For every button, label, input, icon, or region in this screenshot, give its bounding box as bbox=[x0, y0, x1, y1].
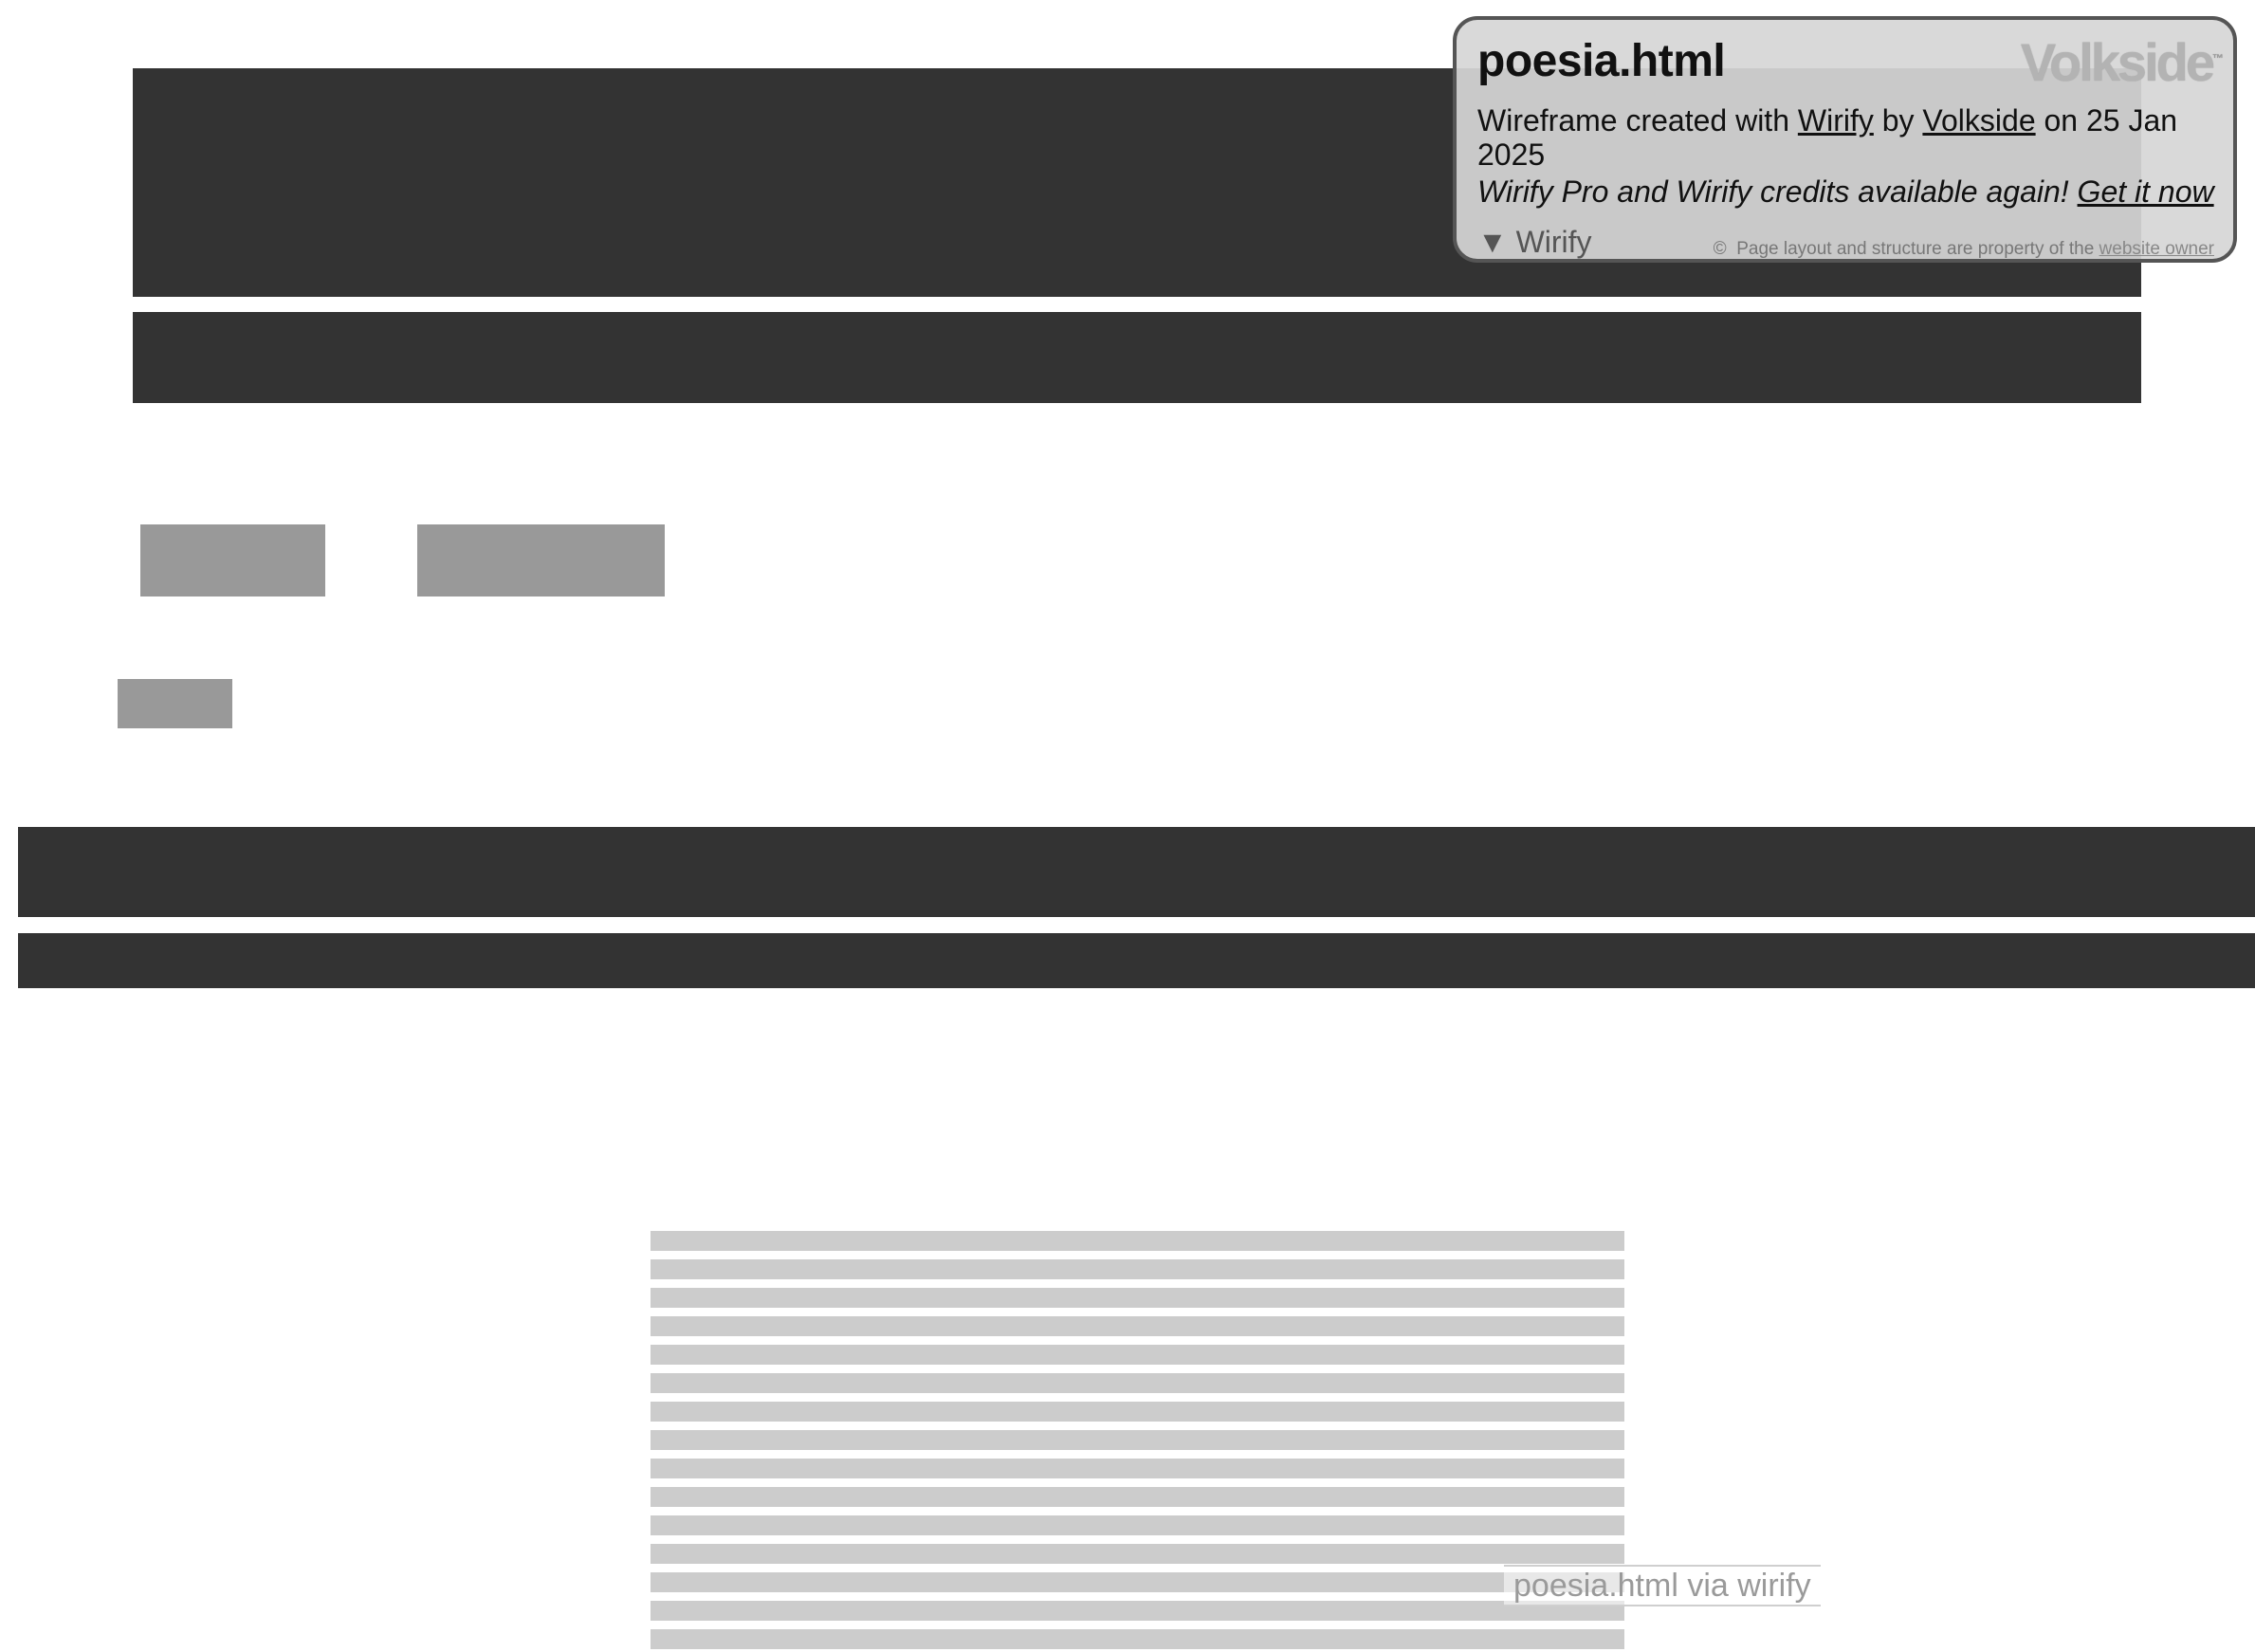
text-line-placeholder bbox=[651, 1373, 1624, 1393]
text-line-placeholder bbox=[651, 1288, 1624, 1308]
wirify-link[interactable]: Wirify bbox=[1798, 103, 1874, 138]
text-line-placeholder bbox=[651, 1402, 1624, 1422]
website-owner-link[interactable]: website owner bbox=[2099, 239, 2214, 259]
text-line-placeholder bbox=[651, 1231, 1624, 1251]
wirify-toggle-label: Wirify bbox=[1515, 225, 1592, 259]
wirify-info-card: poesia.html Volkside™ Wireframe created … bbox=[1453, 16, 2237, 263]
volkside-link[interactable]: Volkside bbox=[1922, 103, 2035, 138]
text-line-placeholder bbox=[651, 1487, 1624, 1507]
credit-mid: by bbox=[1873, 103, 1923, 138]
wirify-toggle[interactable]: ▼ Wirify bbox=[1477, 225, 1592, 260]
text-line-placeholder bbox=[651, 1259, 1624, 1279]
text-line-placeholder bbox=[651, 1544, 1624, 1564]
copyright-notice: © Page layout and structure are property… bbox=[1714, 239, 2214, 260]
text-line-placeholder bbox=[651, 1459, 1624, 1478]
section-band-placeholder-2 bbox=[18, 933, 2255, 988]
volkside-logo-text: Volkside bbox=[2020, 32, 2215, 92]
wireframe-page: poesia.html Volkside™ Wireframe created … bbox=[0, 0, 2255, 1652]
text-line-placeholder bbox=[651, 1345, 1624, 1365]
via-wirify-badge: poesia.html via wirify bbox=[1504, 1565, 1821, 1606]
text-line-placeholder bbox=[651, 1629, 1624, 1649]
text-line-placeholder bbox=[651, 1572, 1624, 1592]
credit-prefix: Wireframe created with bbox=[1477, 103, 1798, 138]
text-line-placeholder bbox=[651, 1601, 1624, 1621]
volkside-logo[interactable]: Volkside™ bbox=[2021, 31, 2224, 93]
triangle-down-icon: ▼ bbox=[1477, 225, 1508, 259]
button-placeholder-1[interactable] bbox=[140, 524, 325, 597]
text-line-placeholder bbox=[651, 1316, 1624, 1336]
copyright-icon: © bbox=[1713, 239, 1727, 259]
copyright-text: Page layout and structure are property o… bbox=[1736, 239, 2099, 259]
card-promo-line: Wirify Pro and Wirify credits available … bbox=[1477, 174, 2214, 210]
button-placeholder-2[interactable] bbox=[417, 524, 665, 597]
text-block-placeholder bbox=[651, 1231, 1624, 1652]
text-line-placeholder bbox=[651, 1515, 1624, 1535]
card-title: poesia.html bbox=[1477, 36, 1726, 86]
get-it-now-link[interactable]: Get it now bbox=[2078, 174, 2214, 209]
card-credit-line: Wireframe created with Wirify by Volksid… bbox=[1477, 103, 2217, 172]
button-placeholder-3[interactable] bbox=[118, 679, 232, 728]
text-line-placeholder bbox=[651, 1430, 1624, 1450]
promo-text: Wirify Pro and Wirify credits available … bbox=[1477, 174, 2078, 209]
section-band-placeholder-1 bbox=[18, 827, 2255, 917]
trademark-mark: ™ bbox=[2212, 51, 2224, 65]
nav-bar-placeholder[interactable] bbox=[133, 312, 2141, 403]
